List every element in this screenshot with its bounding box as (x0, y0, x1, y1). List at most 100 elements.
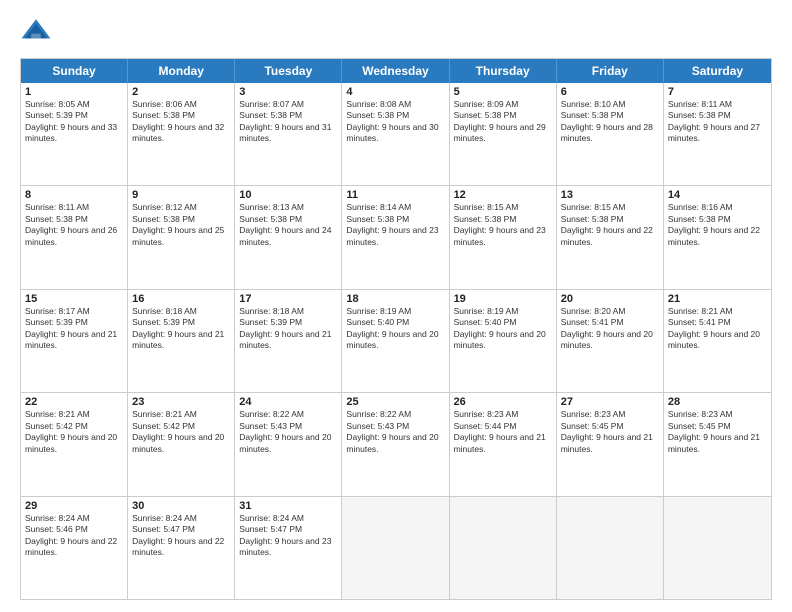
daylight: Daylight: 9 hours and 31 minutes. (239, 122, 337, 145)
day-cell-30: 30 Sunrise: 8:24 AM Sunset: 5:47 PM Dayl… (128, 497, 235, 599)
sunset: Sunset: 5:39 PM (25, 110, 123, 121)
sunrise: Sunrise: 8:19 AM (346, 306, 444, 317)
sunrise: Sunrise: 8:11 AM (25, 202, 123, 213)
daylight: Daylight: 9 hours and 20 minutes. (132, 432, 230, 455)
sunset: Sunset: 5:42 PM (132, 421, 230, 432)
day-cell-1: 1 Sunrise: 8:05 AM Sunset: 5:39 PM Dayli… (21, 83, 128, 185)
day-number: 28 (668, 396, 767, 408)
sunset: Sunset: 5:38 PM (561, 214, 659, 225)
day-cell-5: 5 Sunrise: 8:09 AM Sunset: 5:38 PM Dayli… (450, 83, 557, 185)
day-cell-18: 18 Sunrise: 8:19 AM Sunset: 5:40 PM Dayl… (342, 290, 449, 392)
day-number: 18 (346, 293, 444, 305)
sunrise: Sunrise: 8:23 AM (561, 409, 659, 420)
day-number: 1 (25, 86, 123, 98)
day-cell-11: 11 Sunrise: 8:14 AM Sunset: 5:38 PM Dayl… (342, 186, 449, 288)
calendar-row-3: 22 Sunrise: 8:21 AM Sunset: 5:42 PM Dayl… (21, 392, 771, 495)
day-cell-26: 26 Sunrise: 8:23 AM Sunset: 5:44 PM Dayl… (450, 393, 557, 495)
day-cell-21: 21 Sunrise: 8:21 AM Sunset: 5:41 PM Dayl… (664, 290, 771, 392)
day-cell-17: 17 Sunrise: 8:18 AM Sunset: 5:39 PM Dayl… (235, 290, 342, 392)
daylight: Daylight: 9 hours and 20 minutes. (346, 432, 444, 455)
day-number: 23 (132, 396, 230, 408)
sunrise: Sunrise: 8:10 AM (561, 99, 659, 110)
daylight: Daylight: 9 hours and 32 minutes. (132, 122, 230, 145)
daylight: Daylight: 9 hours and 21 minutes. (239, 329, 337, 352)
day-cell-25: 25 Sunrise: 8:22 AM Sunset: 5:43 PM Dayl… (342, 393, 449, 495)
sunset: Sunset: 5:39 PM (25, 317, 123, 328)
day-number: 26 (454, 396, 552, 408)
sunrise: Sunrise: 8:07 AM (239, 99, 337, 110)
sunrise: Sunrise: 8:21 AM (132, 409, 230, 420)
sunrise: Sunrise: 8:24 AM (239, 513, 337, 524)
sunset: Sunset: 5:39 PM (132, 317, 230, 328)
day-cell-3: 3 Sunrise: 8:07 AM Sunset: 5:38 PM Dayli… (235, 83, 342, 185)
header-day-saturday: Saturday (664, 59, 771, 83)
sunrise: Sunrise: 8:15 AM (561, 202, 659, 213)
calendar-row-2: 15 Sunrise: 8:17 AM Sunset: 5:39 PM Dayl… (21, 289, 771, 392)
day-cell-20: 20 Sunrise: 8:20 AM Sunset: 5:41 PM Dayl… (557, 290, 664, 392)
sunset: Sunset: 5:40 PM (454, 317, 552, 328)
day-number: 30 (132, 500, 230, 512)
daylight: Daylight: 9 hours and 21 minutes. (668, 432, 767, 455)
daylight: Daylight: 9 hours and 23 minutes. (454, 225, 552, 248)
day-number: 13 (561, 189, 659, 201)
day-cell-28: 28 Sunrise: 8:23 AM Sunset: 5:45 PM Dayl… (664, 393, 771, 495)
calendar-row-0: 1 Sunrise: 8:05 AM Sunset: 5:39 PM Dayli… (21, 83, 771, 185)
daylight: Daylight: 9 hours and 22 minutes. (25, 536, 123, 559)
day-cell-16: 16 Sunrise: 8:18 AM Sunset: 5:39 PM Dayl… (128, 290, 235, 392)
sunset: Sunset: 5:38 PM (346, 214, 444, 225)
day-number: 4 (346, 86, 444, 98)
sunrise: Sunrise: 8:20 AM (561, 306, 659, 317)
header-day-tuesday: Tuesday (235, 59, 342, 83)
sunrise: Sunrise: 8:22 AM (239, 409, 337, 420)
day-cell-6: 6 Sunrise: 8:10 AM Sunset: 5:38 PM Dayli… (557, 83, 664, 185)
day-number: 3 (239, 86, 337, 98)
day-number: 20 (561, 293, 659, 305)
daylight: Daylight: 9 hours and 23 minutes. (346, 225, 444, 248)
sunrise: Sunrise: 8:14 AM (346, 202, 444, 213)
day-number: 8 (25, 189, 123, 201)
day-number: 15 (25, 293, 123, 305)
sunset: Sunset: 5:38 PM (132, 110, 230, 121)
header-day-friday: Friday (557, 59, 664, 83)
day-number: 10 (239, 189, 337, 201)
sunset: Sunset: 5:38 PM (346, 110, 444, 121)
daylight: Daylight: 9 hours and 27 minutes. (668, 122, 767, 145)
logo (20, 16, 56, 48)
sunset: Sunset: 5:41 PM (668, 317, 767, 328)
day-number: 16 (132, 293, 230, 305)
calendar-row-4: 29 Sunrise: 8:24 AM Sunset: 5:46 PM Dayl… (21, 496, 771, 599)
calendar: SundayMondayTuesdayWednesdayThursdayFrid… (20, 58, 772, 600)
sunset: Sunset: 5:46 PM (25, 524, 123, 535)
sunrise: Sunrise: 8:08 AM (346, 99, 444, 110)
header (20, 16, 772, 48)
sunset: Sunset: 5:45 PM (561, 421, 659, 432)
sunset: Sunset: 5:41 PM (561, 317, 659, 328)
daylight: Daylight: 9 hours and 20 minutes. (668, 329, 767, 352)
daylight: Daylight: 9 hours and 22 minutes. (668, 225, 767, 248)
sunset: Sunset: 5:38 PM (239, 214, 337, 225)
day-number: 9 (132, 189, 230, 201)
day-cell-4: 4 Sunrise: 8:08 AM Sunset: 5:38 PM Dayli… (342, 83, 449, 185)
sunrise: Sunrise: 8:21 AM (668, 306, 767, 317)
sunrise: Sunrise: 8:13 AM (239, 202, 337, 213)
day-cell-2: 2 Sunrise: 8:06 AM Sunset: 5:38 PM Dayli… (128, 83, 235, 185)
daylight: Daylight: 9 hours and 20 minutes. (239, 432, 337, 455)
day-number: 6 (561, 86, 659, 98)
day-cell-9: 9 Sunrise: 8:12 AM Sunset: 5:38 PM Dayli… (128, 186, 235, 288)
logo-icon (20, 16, 52, 48)
calendar-row-1: 8 Sunrise: 8:11 AM Sunset: 5:38 PM Dayli… (21, 185, 771, 288)
daylight: Daylight: 9 hours and 20 minutes. (25, 432, 123, 455)
daylight: Daylight: 9 hours and 33 minutes. (25, 122, 123, 145)
sunrise: Sunrise: 8:05 AM (25, 99, 123, 110)
sunset: Sunset: 5:43 PM (239, 421, 337, 432)
sunrise: Sunrise: 8:24 AM (25, 513, 123, 524)
sunrise: Sunrise: 8:19 AM (454, 306, 552, 317)
day-number: 29 (25, 500, 123, 512)
sunset: Sunset: 5:44 PM (454, 421, 552, 432)
day-cell-13: 13 Sunrise: 8:15 AM Sunset: 5:38 PM Dayl… (557, 186, 664, 288)
sunrise: Sunrise: 8:18 AM (239, 306, 337, 317)
day-cell-7: 7 Sunrise: 8:11 AM Sunset: 5:38 PM Dayli… (664, 83, 771, 185)
day-cell-27: 27 Sunrise: 8:23 AM Sunset: 5:45 PM Dayl… (557, 393, 664, 495)
day-cell-23: 23 Sunrise: 8:21 AM Sunset: 5:42 PM Dayl… (128, 393, 235, 495)
day-number: 24 (239, 396, 337, 408)
